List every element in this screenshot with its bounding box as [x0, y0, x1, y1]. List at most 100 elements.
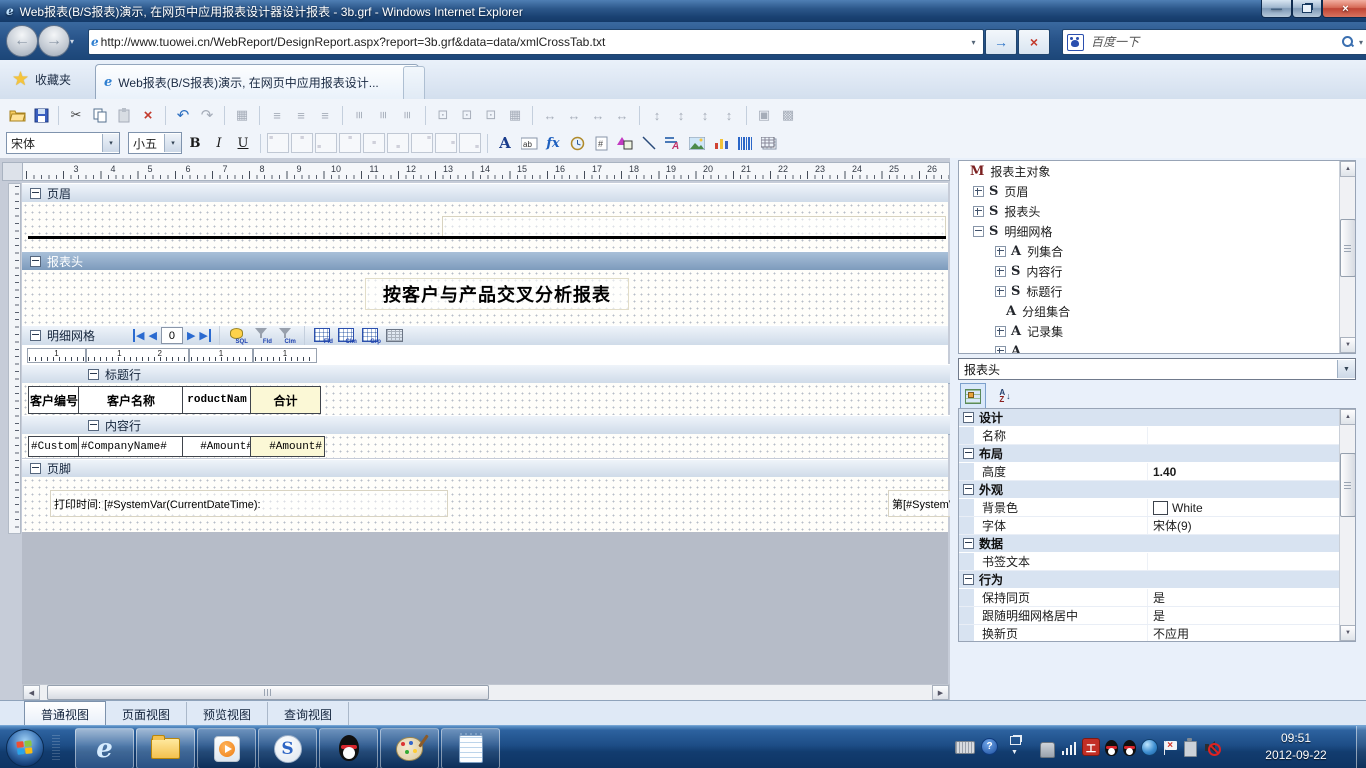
title-row-area[interactable]: 客户编号 客户名称 roductNam 合计 — [22, 383, 948, 415]
group-list-icon[interactable]: Grp — [361, 327, 381, 345]
tab-query-view[interactable]: 查询视图 — [268, 702, 349, 726]
first-record-icon[interactable]: ◀ — [133, 329, 144, 342]
action-center-flag-icon[interactable]: × — [1163, 740, 1179, 756]
scroll-up-icon[interactable]: ▲ — [1340, 161, 1355, 177]
font-size-combo[interactable]: 小五 ▾ — [128, 132, 182, 154]
align-middle-icon[interactable]: ≡ — [373, 104, 395, 126]
browser-tray-icon[interactable] — [1141, 739, 1158, 756]
collapse-icon[interactable] — [30, 463, 41, 474]
taskbar-sogou-button[interactable]: S — [258, 728, 317, 768]
sql-query-icon[interactable]: SQL — [228, 327, 248, 345]
property-category[interactable]: 数据 — [959, 535, 1355, 553]
collapse-icon[interactable] — [88, 368, 99, 380]
tree-item-group-set[interactable]: A 分组集合 — [959, 301, 1355, 321]
barcode-icon[interactable] — [734, 132, 756, 154]
band-page-header[interactable]: 页眉 — [22, 183, 948, 203]
tab-normal-view[interactable]: 普通视图 — [24, 701, 106, 726]
header-cell[interactable]: 客户名称 — [78, 386, 184, 414]
tree-item-page-header[interactable]: S 页眉 — [959, 181, 1355, 201]
collapse-icon[interactable] — [30, 187, 41, 199]
network-signal-icon[interactable] — [1061, 740, 1077, 756]
header-cell[interactable]: 合计 — [250, 386, 321, 414]
cut-icon[interactable]: ✂ — [65, 104, 87, 126]
property-row[interactable]: 书签文本 — [959, 553, 1355, 571]
same-size-icon[interactable]: ⊡ — [480, 104, 502, 126]
collapse-icon[interactable] — [88, 419, 99, 431]
device-tray-icon[interactable] — [1040, 740, 1056, 758]
expand-icon[interactable] — [995, 265, 1006, 277]
property-grid-scrollbar[interactable]: ▲ ▼ — [1339, 409, 1355, 641]
text-align-bottom-icon[interactable]: ≡ — [387, 133, 409, 153]
textbox-element-icon[interactable]: ab — [518, 132, 540, 154]
new-tab-stub[interactable] — [403, 66, 425, 100]
report-header-area[interactable]: 按客户与产品交叉分析报表 — [22, 270, 948, 325]
scroll-down-icon[interactable]: ▼ — [1340, 337, 1355, 353]
expand-icon[interactable] — [995, 245, 1006, 257]
align-center-icon[interactable]: ≡ — [290, 104, 312, 126]
content-cell[interactable]: #Customer: — [28, 436, 84, 457]
align-left-icon[interactable]: ≡ — [266, 104, 288, 126]
column-list-icon[interactable]: Clm — [337, 327, 357, 345]
scroll-down-icon[interactable]: ▼ — [1340, 625, 1355, 641]
tree-item-recordset[interactable]: A 记录集 — [959, 321, 1355, 341]
content-cell[interactable]: #Amount# — [250, 436, 325, 457]
bring-front-icon[interactable]: ▣ — [753, 104, 775, 126]
hspace-equal-icon[interactable]: ↔ — [539, 104, 561, 126]
redo-icon[interactable]: ↷ — [196, 104, 218, 126]
band-content-row[interactable]: 内容行 — [22, 415, 950, 435]
undo-icon[interactable]: ↶ — [172, 104, 194, 126]
scroll-left-icon[interactable]: ◀ — [23, 685, 40, 700]
tree-item-report[interactable]: M 报表主对象 — [959, 161, 1355, 181]
open-icon[interactable] — [6, 104, 28, 126]
content-cell[interactable]: #Amount# — [182, 436, 256, 457]
header-text-element[interactable] — [442, 216, 946, 238]
property-row[interactable]: 名称 — [959, 427, 1355, 445]
collapse-icon[interactable] — [963, 448, 974, 459]
column-ruler-seg[interactable]: 12 — [86, 348, 189, 363]
field-list-icon[interactable]: Fld — [313, 327, 333, 345]
align-bottom-icon[interactable]: ≡ — [397, 104, 419, 126]
selector-dropdown-icon[interactable]: ▼ — [1337, 360, 1355, 378]
back-button[interactable]: ← — [6, 25, 38, 57]
font-family-dropdown-icon[interactable]: ▾ — [102, 134, 119, 152]
tree-item-title-row[interactable]: S 标题行 — [959, 281, 1355, 301]
expand-icon[interactable] — [973, 205, 984, 217]
taskbar-ie-button[interactable]: e — [75, 728, 134, 768]
alphabetical-sort-button[interactable]: A Z ↓ — [992, 383, 1018, 409]
tree-scroll-thumb[interactable] — [1340, 219, 1355, 277]
taskbar-qq-button[interactable] — [319, 728, 378, 768]
print-time-element[interactable]: 打印时间: [#SystemVar(CurrentDateTime): — [50, 490, 448, 517]
design-hscrollbar[interactable]: ◀ ▶ — [22, 684, 950, 700]
italic-button[interactable]: I — [208, 132, 230, 154]
font-family-combo[interactable]: 宋体 ▾ — [6, 132, 120, 154]
minimize-button[interactable]: — — [1261, 0, 1292, 18]
address-bar[interactable]: e ▾ — [88, 29, 984, 55]
vspace-increase-icon[interactable]: ↕ — [670, 104, 692, 126]
tab-page-view[interactable]: 页面视图 — [106, 702, 187, 726]
header-cell[interactable]: roductNam — [182, 386, 252, 414]
band-page-footer[interactable]: 页脚 — [22, 459, 948, 478]
collapse-icon[interactable] — [963, 574, 974, 585]
chart-icon[interactable] — [710, 132, 732, 154]
recent-pages-dropdown-icon[interactable]: ▾ — [70, 37, 74, 46]
property-category[interactable]: 布局 — [959, 445, 1355, 463]
address-dropdown-icon[interactable]: ▾ — [966, 32, 981, 52]
search-input[interactable] — [1089, 34, 1337, 50]
expand-icon[interactable] — [995, 285, 1006, 297]
collapse-icon[interactable] — [963, 484, 974, 495]
header-cell[interactable]: 客户编号 — [28, 386, 80, 414]
text-align-bottom-right-icon[interactable]: ≡ — [459, 133, 481, 153]
volume-muted-icon[interactable] — [1205, 740, 1221, 756]
toolbar-drag-handle[interactable] — [52, 734, 60, 760]
scroll-up-icon[interactable]: ▲ — [1340, 409, 1355, 425]
vspace-equal-icon[interactable]: ↕ — [646, 104, 668, 126]
taskbar-explorer-button[interactable] — [136, 728, 195, 768]
hscroll-thumb[interactable] — [47, 685, 489, 700]
property-row[interactable]: 高度 1.40 — [959, 463, 1355, 481]
input-method-keyboard-icon[interactable] — [955, 741, 975, 754]
tree-item-column-set[interactable]: A 列集合 — [959, 241, 1355, 261]
property-row[interactable]: 换新页 不应用 — [959, 625, 1355, 641]
text-align-top-icon[interactable]: ≡ — [339, 133, 361, 153]
show-desktop-button[interactable] — [1356, 726, 1366, 768]
property-category[interactable]: 外观 — [959, 481, 1355, 499]
